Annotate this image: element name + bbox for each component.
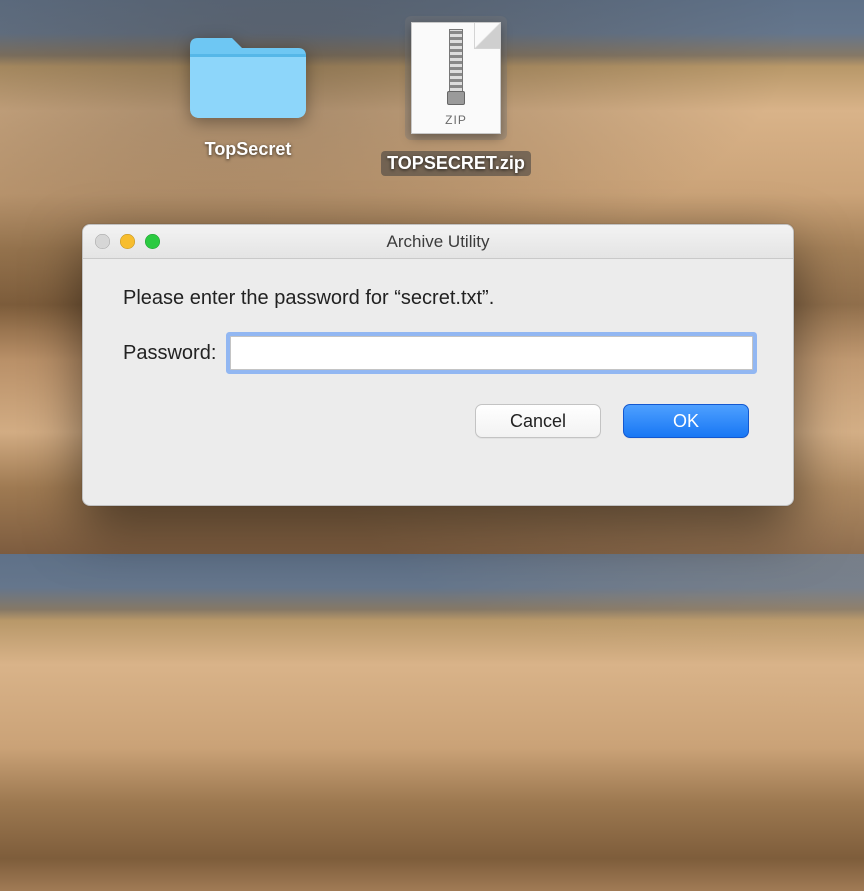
password-input[interactable] [230,336,753,370]
archive-utility-window: Archive Utility Please enter the passwor… [82,224,794,506]
cancel-button[interactable]: Cancel [475,404,601,438]
minimize-icon[interactable] [120,234,135,249]
folder-icon [182,26,314,126]
desktop-icon-zip[interactable]: ZIP TOPSECRET.zip [376,16,536,176]
close-icon[interactable] [95,234,110,249]
window-controls [95,234,160,249]
zoom-icon[interactable] [145,234,160,249]
desktop-icon-label: TopSecret [199,137,298,162]
zip-file-icon: ZIP [405,16,507,140]
zip-extension-label: ZIP [412,113,500,127]
password-label: Password: [123,342,216,365]
titlebar[interactable]: Archive Utility [83,225,793,259]
window-title: Archive Utility [387,232,490,252]
desktop-icon-folder[interactable]: TopSecret [168,26,328,162]
ok-button[interactable]: OK [623,404,749,438]
prompt-text: Please enter the password for “secret.tx… [123,287,753,310]
desktop-icon-label: TOPSECRET.zip [381,151,531,176]
